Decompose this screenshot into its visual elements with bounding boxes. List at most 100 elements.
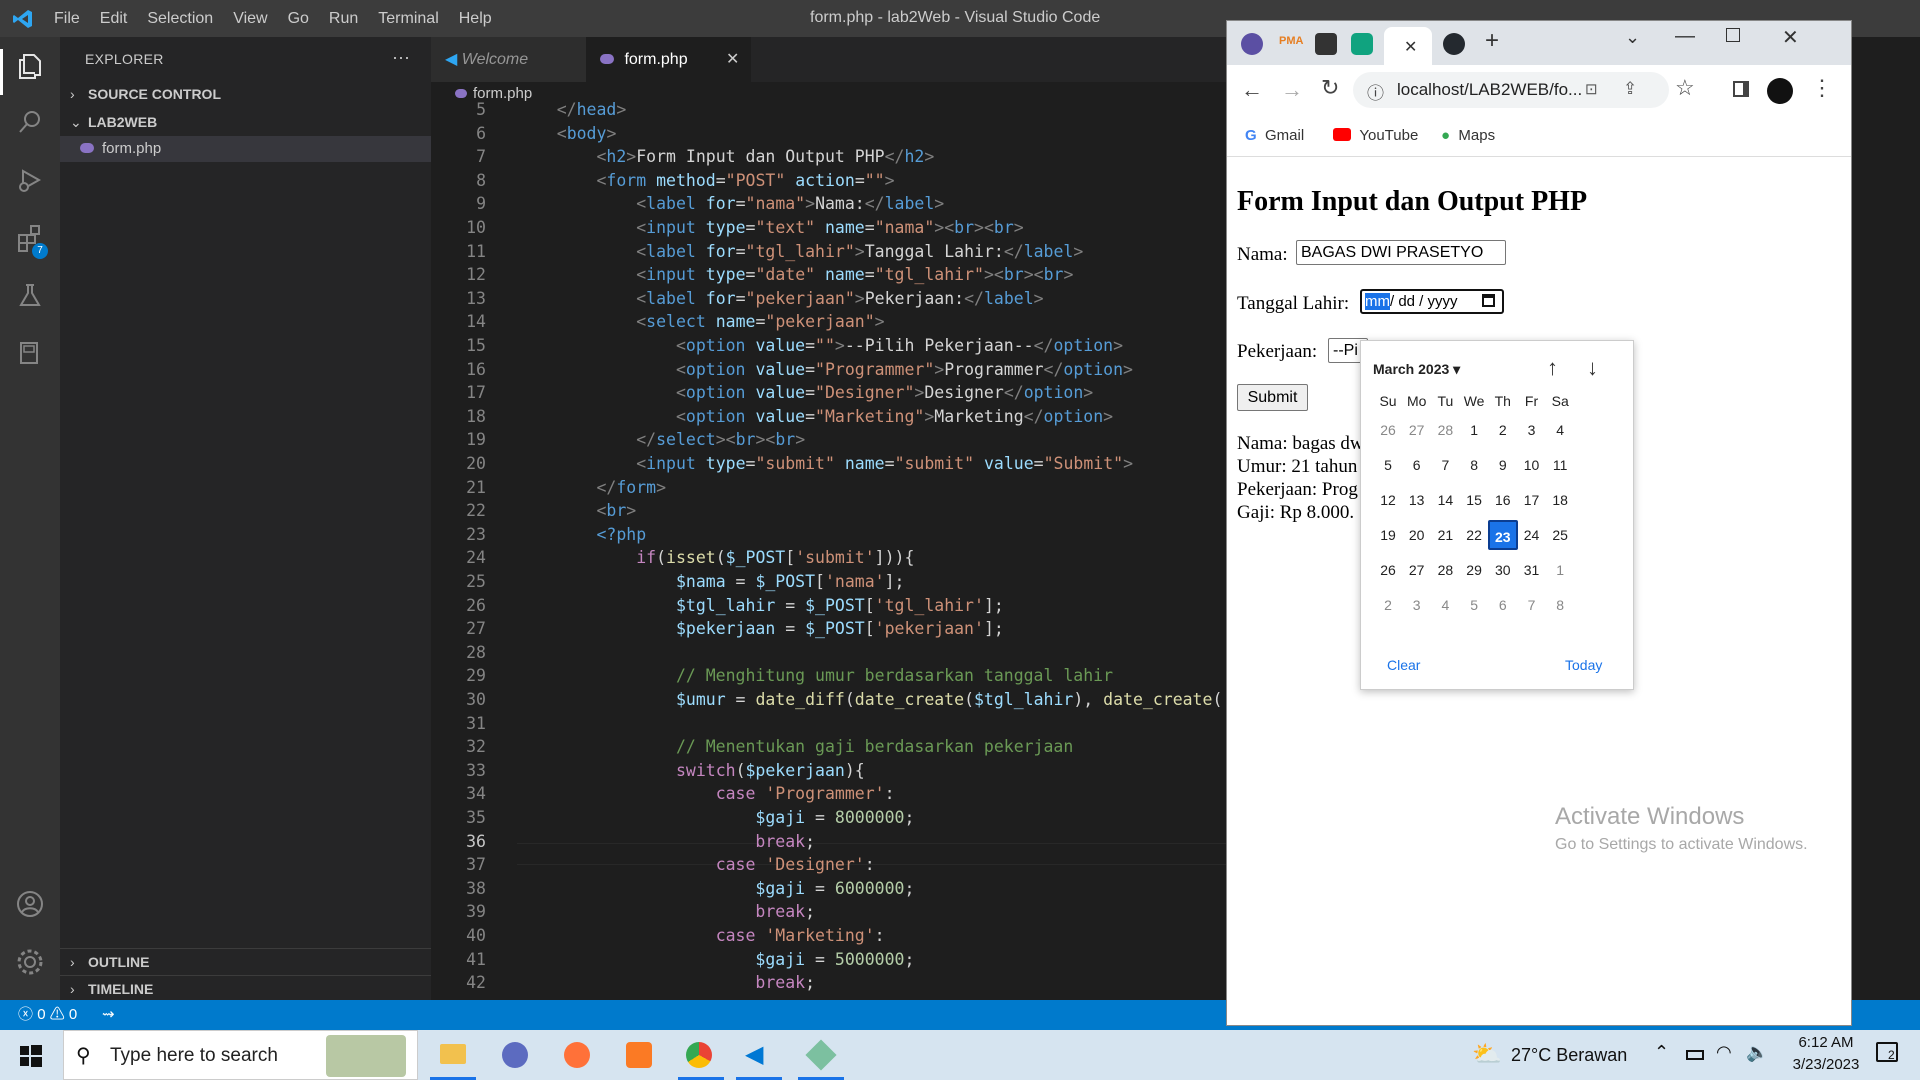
calendar-day[interactable]: 29 (1459, 555, 1489, 585)
calendar-day[interactable]: 19 (1373, 520, 1403, 550)
github-icon[interactable] (1443, 33, 1465, 55)
calendar-day[interactable]: 8 (1545, 590, 1575, 620)
calendar-day[interactable]: 1 (1459, 415, 1489, 445)
app-icon-blue[interactable] (502, 1042, 528, 1068)
calendar-day[interactable]: 15 (1459, 485, 1489, 515)
close-window-icon[interactable]: ✕ (1782, 25, 1799, 50)
code-line[interactable]: break; (517, 902, 815, 921)
bookmark-youtube[interactable]: YouTube (1333, 127, 1418, 144)
calendar-day[interactable]: 16 (1488, 485, 1518, 515)
clear-button[interactable]: Clear (1387, 657, 1420, 673)
code-line[interactable]: <label for="tgl_lahir">Tanggal Lahir:</l… (517, 242, 1083, 261)
calendar-day[interactable]: 25 (1545, 520, 1575, 550)
next-month-arrow-icon[interactable]: ↓ (1587, 355, 1598, 381)
code-line[interactable]: <option value="Marketing">Marketing</opt… (517, 407, 1113, 426)
extensions-icon[interactable]: 7 (12, 223, 48, 259)
tab-search-icon[interactable]: ⌄ (1625, 27, 1640, 48)
tab-favicon-3[interactable] (1315, 33, 1337, 55)
code-line[interactable]: <option value="Programmer">Programmer</o… (517, 360, 1133, 379)
tab-favicon-pma[interactable]: PMA (1279, 35, 1303, 47)
minimize-icon[interactable]: — (1675, 25, 1695, 48)
translate-icon[interactable]: ⊡ (1585, 80, 1598, 98)
more-actions-icon[interactable]: ··· (392, 47, 410, 68)
calendar-day[interactable]: 26 (1373, 555, 1403, 585)
back-icon[interactable]: ← (1241, 77, 1263, 103)
profile-avatar[interactable] (1767, 78, 1793, 104)
calendar-day[interactable]: 3 (1402, 590, 1432, 620)
testing-icon[interactable] (12, 281, 48, 317)
battery-icon[interactable] (1686, 1050, 1704, 1060)
firefox-icon[interactable] (564, 1042, 590, 1068)
file-explorer-icon[interactable] (440, 1044, 466, 1064)
maximize-icon[interactable] (1726, 28, 1740, 42)
menu-run[interactable]: Run (329, 10, 358, 28)
calendar-day[interactable]: 21 (1430, 520, 1460, 550)
tab-favicon-1[interactable] (1241, 33, 1263, 55)
search-icon[interactable] (12, 107, 48, 143)
code-line[interactable]: </head> (517, 100, 627, 119)
menu-view[interactable]: View (233, 10, 267, 28)
address-bar[interactable]: ⓘ localhost/LAB2WEB/fo... ⊡ ⇪ (1353, 72, 1669, 108)
close-tab-icon[interactable]: ✕ (726, 37, 739, 82)
code-line[interactable]: <br> (517, 501, 636, 520)
menu-go[interactable]: Go (288, 10, 309, 28)
code-line[interactable]: <h2>Form Input dan Output PHP</h2> (517, 147, 934, 166)
code-line[interactable]: break; (517, 832, 815, 851)
calendar-day[interactable]: 1 (1545, 555, 1575, 585)
code-line[interactable]: case 'Marketing': (517, 926, 885, 945)
clock-time[interactable]: 6:12 AM (1786, 1034, 1866, 1051)
code-line[interactable]: switch($pekerjaan){ (517, 761, 865, 780)
calendar-day[interactable]: 20 (1402, 520, 1432, 550)
timeline-section[interactable]: › TIMELINE (60, 975, 431, 1001)
calendar-day[interactable]: 3 (1517, 415, 1547, 445)
code-line[interactable]: // Menentukan gaji berdasarkan pekerjaan (517, 737, 1073, 756)
chrome-icon[interactable] (686, 1042, 712, 1068)
volume-icon[interactable]: 🔈 (1746, 1042, 1768, 1063)
forward-icon[interactable]: → (1281, 77, 1303, 103)
calendar-day[interactable]: 28 (1430, 415, 1460, 445)
source-control-section[interactable]: › SOURCE CONTROL (60, 81, 431, 107)
chevron-up-icon[interactable]: ⌃ (1654, 1042, 1669, 1063)
calendar-day[interactable]: 11 (1545, 450, 1575, 480)
calendar-icon[interactable] (1482, 294, 1495, 307)
code-line[interactable]: <label for="nama">Nama:</label> (517, 194, 944, 213)
project-folder[interactable]: ⌄ LAB2WEB (60, 109, 431, 135)
calendar-day[interactable]: 14 (1430, 485, 1460, 515)
code-line[interactable]: </form> (517, 478, 666, 497)
code-line[interactable]: <option value="Designer">Designer</optio… (517, 383, 1093, 402)
code-line[interactable]: <label for="pekerjaan">Pekerjaan:</label… (517, 289, 1043, 308)
code-line[interactable]: <input type="text" name="nama"><br><br> (517, 218, 1024, 237)
calendar-day[interactable]: 4 (1545, 415, 1575, 445)
calendar-day[interactable]: 7 (1517, 590, 1547, 620)
today-button[interactable]: Today (1565, 657, 1602, 673)
code-line[interactable]: break; (517, 973, 815, 992)
code-line[interactable]: if(isset($_POST['submit'])){ (517, 548, 914, 567)
settings-gear-icon[interactable] (12, 947, 48, 983)
calendar-day[interactable]: 23 (1487, 520, 1518, 550)
code-line[interactable]: case 'Designer': (517, 855, 875, 874)
tab-welcome[interactable]: ◀ Welcome (431, 37, 586, 82)
calendar-day[interactable]: 10 (1517, 450, 1547, 480)
account-icon[interactable] (12, 889, 48, 925)
calendar-day[interactable]: 6 (1488, 590, 1518, 620)
calendar-day[interactable]: 12 (1373, 485, 1403, 515)
code-line[interactable]: // Menghitung umur berdasarkan tanggal l… (517, 666, 1113, 685)
git-icon[interactable] (805, 1039, 837, 1071)
code-line[interactable]: $tgl_lahir = $_POST['tgl_lahir']; (517, 596, 1004, 615)
code-line[interactable]: $umur = date_diff(date_create($tgl_lahir… (517, 690, 1292, 709)
calendar-day[interactable]: 9 (1488, 450, 1518, 480)
menu-selection[interactable]: Selection (147, 10, 213, 28)
outline-section[interactable]: › OUTLINE (60, 948, 431, 974)
side-panel-icon[interactable] (1733, 81, 1749, 97)
calendar-day[interactable]: 7 (1430, 450, 1460, 480)
code-line[interactable]: <form method="POST" action=""> (517, 171, 894, 190)
weather-icon[interactable]: ⛅ (1472, 1040, 1502, 1069)
code-line[interactable]: $pekerjaan = $_POST['pekerjaan']; (517, 619, 1004, 638)
code-line[interactable]: <?php (517, 525, 646, 544)
code-line[interactable]: <input type="date" name="tgl_lahir"><br>… (517, 265, 1073, 284)
bookmark-star-icon[interactable]: ☆ (1675, 75, 1695, 101)
code-line[interactable]: $nama = $_POST['nama']; (517, 572, 905, 591)
run-debug-icon[interactable] (12, 165, 48, 201)
live-share-icon[interactable]: ⇝ (102, 1000, 115, 1030)
bookmark-gmail[interactable]: G Gmail (1245, 127, 1304, 144)
